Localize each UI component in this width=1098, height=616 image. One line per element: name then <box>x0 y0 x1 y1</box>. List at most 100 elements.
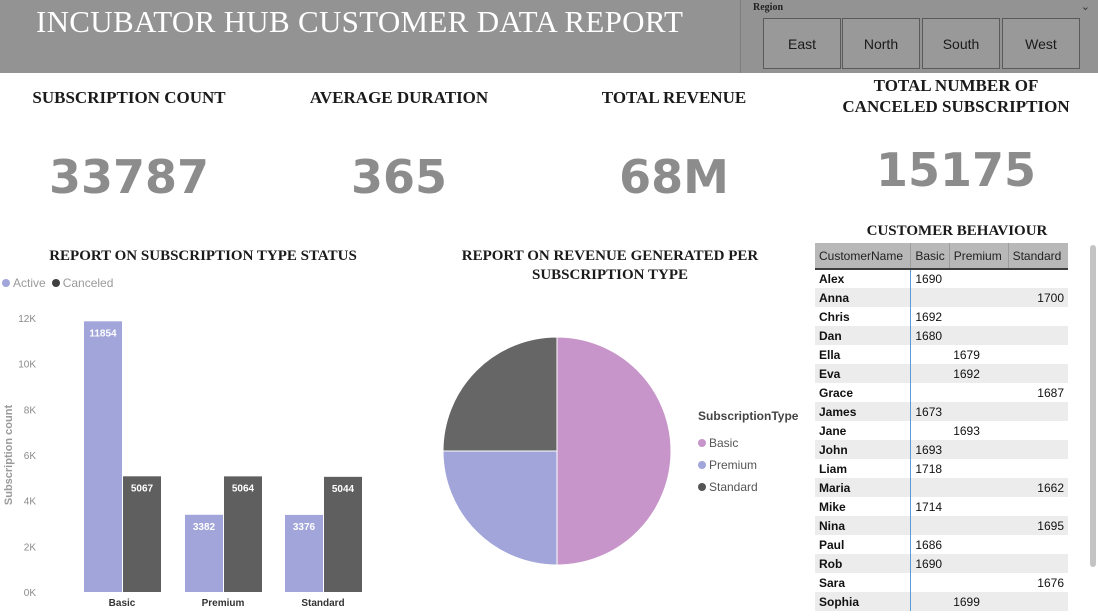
y-tick-label: 12K <box>18 314 36 325</box>
basic-cell: 1680 <box>910 326 950 345</box>
premium-legend-label: Premium <box>709 458 758 472</box>
standard-cell: 1695 <box>1008 516 1068 535</box>
basic-cell <box>911 383 949 402</box>
kpi-canceled-label-line2: CANCELED SUBSCRIPTION <box>842 97 1070 116</box>
standard-cell <box>1008 326 1068 345</box>
table-row[interactable]: Nina 1695 <box>815 516 1068 535</box>
premium-cell <box>949 402 1009 421</box>
y-tick-label: 6K <box>24 451 37 462</box>
standard-cell <box>1008 307 1068 326</box>
standard-cell <box>1008 440 1068 459</box>
customer-name-cell: Ella <box>815 345 912 364</box>
data-label: 3382 <box>193 522 216 533</box>
standard-cell <box>1008 535 1068 554</box>
table-row[interactable]: Liam 1718 <box>815 459 1068 478</box>
standard-cell: 1687 <box>1037 385 1064 400</box>
region-west-button[interactable]: West <box>1002 18 1080 69</box>
x-category-label: Standard <box>301 598 344 609</box>
pie-legend[interactable]: SubscriptionType Basic Premium Standard <box>698 409 798 498</box>
customer-name-cell: Rob <box>815 554 912 573</box>
table-scrollbar[interactable] <box>1090 245 1096 567</box>
premium-cell <box>949 269 1008 288</box>
standard-cell <box>1008 459 1068 478</box>
customer-name-cell: John <box>815 440 912 459</box>
table-row[interactable]: Mike 1714 <box>815 497 1068 516</box>
table-row[interactable]: Sophia 1699 <box>815 592 1068 611</box>
basic-cell: 1690 <box>915 272 943 286</box>
basic-cell: 1686 <box>915 537 943 552</box>
basic-cell <box>911 573 949 592</box>
table-row[interactable]: Alex 1690 <box>815 269 1068 288</box>
pie-slice-premium[interactable] <box>442 450 558 566</box>
table-row[interactable]: John 1693 <box>815 440 1068 459</box>
premium-cell: 1693 <box>953 423 980 438</box>
subscription-status-bar-chart[interactable]: Subscription count 0K 2K 4K 6K 8K 10K 12K 11854 5… <box>0 296 410 612</box>
standard-cell: 1700 <box>1008 288 1068 307</box>
basic-cell: 1692 <box>915 309 943 324</box>
table-row[interactable]: Eva 1692 <box>815 364 1068 383</box>
kpi-total-revenue-label: TOTAL REVENUE <box>601 88 747 107</box>
pie-slice-standard[interactable] <box>442 336 558 452</box>
premium-cell <box>949 535 1008 554</box>
table-row[interactable]: Anna 1700 <box>815 288 1068 307</box>
y-tick-label: 0K <box>24 588 37 599</box>
pie-slice-basic[interactable] <box>556 336 672 566</box>
table-row[interactable]: James 1673 <box>815 402 1068 421</box>
kpi-canceled-label-line1: TOTAL NUMBER OF <box>873 76 1039 95</box>
basic-cell: 1718 <box>915 461 943 476</box>
table-row[interactable]: Jane 1693 <box>815 421 1068 440</box>
column-header-customername[interactable]: CustomerName <box>815 243 911 270</box>
status-report-title: REPORT ON SUBSCRIPTION TYPE STATUS <box>49 248 357 264</box>
table-row[interactable]: Paul 1686 <box>815 535 1068 554</box>
basic-cell <box>911 421 949 440</box>
basic-cell: 1690 <box>910 554 950 573</box>
premium-cell: 1692 <box>949 364 1009 383</box>
pie-legend-item-standard[interactable]: Standard <box>698 476 798 498</box>
customer-name-cell: James <box>815 402 912 421</box>
region-south-button[interactable]: South <box>922 18 1000 69</box>
region-east-button[interactable]: East <box>763 18 841 69</box>
premium-cell <box>949 288 1009 307</box>
table-row[interactable]: Grace 1687 <box>815 383 1068 402</box>
status-legend[interactable]: Active Canceled <box>2 276 113 290</box>
kpi-total-revenue-value: 68M <box>619 150 729 204</box>
customer-name-cell: Maria <box>815 478 912 497</box>
standard-cell <box>1008 364 1068 383</box>
kpi-canceled-value: 15175 <box>875 143 1037 197</box>
standard-cell: 1676 <box>1037 575 1064 590</box>
customer-behaviour-table[interactable]: CustomerName Basic Premium Standard Alex… <box>815 243 1068 616</box>
standard-cell <box>1008 421 1068 440</box>
table-row[interactable]: Ella 1679 <box>815 345 1068 364</box>
customer-name-cell: Nina <box>815 516 912 535</box>
pie-legend-item-basic[interactable]: Basic <box>698 432 798 454</box>
table-row[interactable]: Dan 1680 <box>815 326 1068 345</box>
table-row[interactable]: Rob 1690 <box>815 554 1068 573</box>
bar-active-basic[interactable] <box>84 321 122 592</box>
page-title: INCUBATOR HUB CUSTOMER DATA REPORT <box>36 4 684 39</box>
premium-cell <box>949 516 1009 535</box>
customer-name-cell: Liam <box>815 459 912 478</box>
premium-cell <box>949 383 1008 402</box>
basic-cell: 1714 <box>915 499 943 514</box>
chevron-down-icon[interactable]: ⌄ <box>1081 0 1090 13</box>
revenue-pie-chart[interactable] <box>436 331 678 573</box>
table-row[interactable]: Chris 1692 <box>815 307 1068 326</box>
x-category-label: Basic <box>109 598 136 609</box>
region-slicer: Region ⌄ East North South West <box>740 0 1098 73</box>
revenue-report-title-line2: SUBSCRIPTION TYPE <box>531 267 688 283</box>
premium-cell <box>949 440 1009 459</box>
column-header-premium[interactable]: Premium <box>948 243 1009 270</box>
kpi-subscription-count-value: 33787 <box>48 150 210 204</box>
premium-cell: 1679 <box>953 347 980 362</box>
column-header-basic[interactable]: Basic <box>910 243 950 270</box>
pie-legend-item-premium[interactable]: Premium <box>698 454 798 476</box>
table-row[interactable]: Maria 1662 <box>815 478 1068 497</box>
region-north-button[interactable]: North <box>842 18 920 69</box>
column-header-standard[interactable]: Standard <box>1007 243 1068 270</box>
customer-name-cell: Paul <box>815 535 912 554</box>
basic-cell: 1693 <box>910 440 950 459</box>
standard-cell: 1662 <box>1008 478 1068 497</box>
basic-legend-label: Basic <box>709 436 739 450</box>
canceled-legend-label: Canceled <box>62 276 114 290</box>
table-row[interactable]: Sara 1676 <box>815 573 1068 592</box>
